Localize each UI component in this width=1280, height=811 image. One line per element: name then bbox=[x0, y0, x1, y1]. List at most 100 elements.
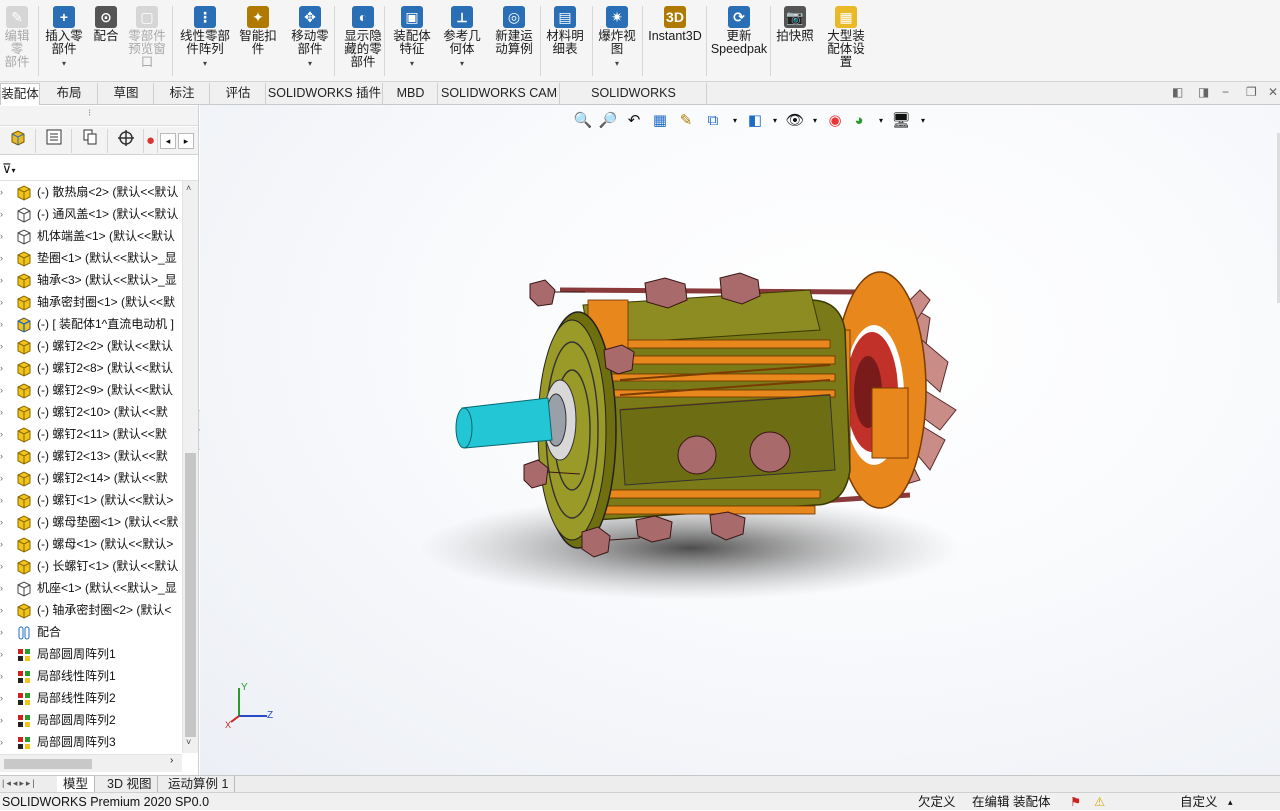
view-orientation-icon[interactable]: ⧉ bbox=[702, 110, 724, 132]
tree-vertical-scrollbar[interactable]: ˄ ˅ bbox=[182, 181, 198, 753]
minimize-icon[interactable]: − bbox=[1222, 85, 1229, 99]
expand-arrow-icon[interactable]: › bbox=[0, 511, 10, 533]
tree-item[interactable]: › 局部圆周阵列1 bbox=[0, 643, 182, 665]
rebuild-status-icon[interactable]: ⚑ bbox=[1070, 793, 1081, 811]
tile-right-icon[interactable]: ◨ bbox=[1198, 85, 1209, 99]
tree-item[interactable]: › (-) 螺钉2<14> (默认<<默 bbox=[0, 467, 182, 489]
tree-hscroll-thumb[interactable] bbox=[4, 759, 92, 769]
expand-arrow-icon[interactable]: › bbox=[0, 489, 10, 511]
previous-view-icon[interactable]: ↶ bbox=[623, 110, 645, 132]
tab-6[interactable]: MBD bbox=[384, 83, 438, 105]
dimxpert-tab-icon[interactable] bbox=[108, 129, 144, 153]
tree-item[interactable]: › (-) 螺钉<1> (默认<<默认> bbox=[0, 489, 182, 511]
tab-0[interactable]: 装配体 bbox=[0, 83, 40, 105]
ribbon-button-14[interactable]: ⟳ 更新 Speedpak bbox=[708, 4, 770, 78]
tree-item[interactable]: › (-) 螺钉2<9> (默认<<默认 bbox=[0, 379, 182, 401]
tree-item[interactable]: › (-) 螺母<1> (默认<<默认> bbox=[0, 533, 182, 555]
tree-item[interactable]: › 轴承密封圈<1> (默认<<默 bbox=[0, 291, 182, 313]
tree-item[interactable]: › (-) [ 装配体1^直流电动机 ] bbox=[0, 313, 182, 335]
display-manager-tab-icon[interactable]: ● bbox=[144, 129, 158, 153]
expand-arrow-icon[interactable]: › bbox=[0, 423, 10, 445]
hide-show-items-icon[interactable]: 👁 bbox=[784, 110, 806, 132]
tab-4[interactable]: 评估 bbox=[211, 83, 266, 105]
bottom-tab-0[interactable]: 模型 bbox=[57, 776, 96, 793]
ribbon-button-1[interactable]: + 插入零 部件 ▾ bbox=[44, 4, 84, 78]
dynamic-annotation-icon[interactable]: ✎ bbox=[675, 110, 697, 132]
expand-arrow-icon[interactable]: › bbox=[0, 225, 10, 247]
expand-arrow-icon[interactable]: › bbox=[0, 247, 10, 269]
tree-item[interactable]: › (-) 散热扇<2> (默认<<默认 bbox=[0, 181, 182, 203]
restore-icon[interactable]: ❐ bbox=[1246, 85, 1257, 99]
expand-arrow-icon[interactable]: › bbox=[0, 577, 10, 599]
tree-item[interactable]: › (-) 螺母垫圈<1> (默认<<默 bbox=[0, 511, 182, 533]
tabs-scroll-left-icon[interactable]: ◂ bbox=[160, 133, 176, 149]
zoom-to-fit-icon[interactable]: 🔍 bbox=[572, 110, 594, 132]
ribbon-button-6[interactable]: ✥ 移动零 部件 ▾ bbox=[286, 4, 334, 78]
expand-arrow-icon[interactable]: › bbox=[0, 687, 10, 709]
tab-5[interactable]: SOLIDWORKS 插件 bbox=[267, 83, 383, 105]
tree-filter[interactable]: ⊽▾ bbox=[0, 157, 198, 181]
chevron-down-icon[interactable]: ▾ bbox=[440, 57, 484, 70]
ribbon-button-11[interactable]: ▤ 材料明 细表 bbox=[542, 4, 588, 78]
filter-icon[interactable]: ⊽ bbox=[2, 161, 12, 176]
section-view-icon[interactable]: ▦ bbox=[649, 110, 671, 132]
tree-item[interactable]: › (-) 螺钉2<8> (默认<<默认 bbox=[0, 357, 182, 379]
ribbon-button-7[interactable]: ◐ 显示隐 藏的零 部件 bbox=[340, 4, 386, 78]
tree-item[interactable]: › 轴承<3> (默认<<默认>_显 bbox=[0, 269, 182, 291]
view-orientation-dropdown-icon[interactable]: ▾ bbox=[724, 110, 746, 132]
ribbon-button-12[interactable]: ✷ 爆炸视 图 ▾ bbox=[595, 4, 639, 78]
tab-3[interactable]: 标注 bbox=[155, 83, 210, 105]
scroll-up-icon[interactable]: ˄ bbox=[186, 183, 191, 193]
tree-item[interactable]: › (-) 螺钉2<13> (默认<<默 bbox=[0, 445, 182, 467]
view-settings-icon[interactable]: 🖥 bbox=[890, 110, 912, 132]
tab-1[interactable]: 布局 bbox=[41, 83, 98, 105]
tree-horizontal-scrollbar[interactable]: › bbox=[0, 754, 182, 772]
tree-item[interactable]: › 局部圆周阵列3 bbox=[0, 731, 182, 753]
ribbon-button-5[interactable]: ✦ 智能扣 件 bbox=[236, 4, 280, 78]
ribbon-button-9[interactable]: ⟂ 参考几 何体 ▾ bbox=[440, 4, 484, 78]
tree-item[interactable]: › (-) 通风盖<1> (默认<<默认 bbox=[0, 203, 182, 225]
scroll-down-icon[interactable]: ˅ bbox=[186, 737, 191, 747]
tabs-scroll-right-icon[interactable]: ▸ bbox=[178, 133, 194, 149]
tree-item[interactable]: › (-) 轴承密封圈<2> (默认< bbox=[0, 599, 182, 621]
tree-item[interactable]: › 配合 bbox=[0, 621, 182, 643]
expand-arrow-icon[interactable]: › bbox=[0, 335, 10, 357]
tree-item[interactable]: › 局部线性阵列1 bbox=[0, 665, 182, 687]
expand-arrow-icon[interactable]: › bbox=[0, 621, 10, 643]
ribbon-button-2[interactable]: ⊙ 配合 bbox=[90, 4, 122, 78]
ribbon-button-15[interactable]: 📷 拍快照 bbox=[775, 4, 815, 78]
expand-arrow-icon[interactable]: › bbox=[0, 709, 10, 731]
bottom-tab-1[interactable]: 3D 视图 bbox=[101, 776, 159, 793]
graphics-area[interactable]: Z Y X bbox=[200, 105, 1280, 775]
quick-tips-icon[interactable]: ⚠ bbox=[1094, 793, 1105, 811]
chevron-down-icon[interactable]: ▾ bbox=[595, 57, 639, 70]
expand-arrow-icon[interactable]: › bbox=[0, 731, 10, 753]
chevron-down-icon[interactable]: ▾ bbox=[286, 57, 334, 70]
hide-show-dropdown-icon[interactable]: ▾ bbox=[804, 110, 826, 132]
expand-arrow-icon[interactable]: › bbox=[0, 203, 10, 225]
ribbon-button-10[interactable]: ◎ 新建运 动算例 bbox=[490, 4, 538, 78]
chevron-down-icon[interactable]: ▾ bbox=[390, 57, 434, 70]
tree-item[interactable]: › 垫圈<1> (默认<<默认>_显 bbox=[0, 247, 182, 269]
expand-arrow-icon[interactable]: › bbox=[0, 665, 10, 687]
expand-arrow-icon[interactable]: › bbox=[0, 357, 10, 379]
tab-2[interactable]: 草图 bbox=[99, 83, 154, 105]
feature-manager-tab-icon[interactable] bbox=[0, 129, 36, 153]
display-style-icon[interactable]: ◧ bbox=[744, 110, 766, 132]
expand-arrow-icon[interactable]: › bbox=[0, 467, 10, 489]
tree-item[interactable]: › 局部线性阵列2 bbox=[0, 687, 182, 709]
tab-7[interactable]: SOLIDWORKS CAM bbox=[439, 83, 560, 105]
ribbon-button-16[interactable]: ▦ 大型装 配体设 置 bbox=[822, 4, 870, 78]
unit-system-dropdown-icon[interactable]: ▴ bbox=[1228, 793, 1233, 811]
ribbon-button-4[interactable]: ⋮ 线性零部 件阵列 ▾ bbox=[176, 4, 234, 78]
bottom-tab-2[interactable]: 运动算例 1 bbox=[162, 776, 236, 793]
tree-item[interactable]: › (-) 螺钉2<2> (默认<<默认 bbox=[0, 335, 182, 357]
expand-arrow-icon[interactable]: › bbox=[0, 379, 10, 401]
tab-8[interactable]: SOLIDWORKS Inspection bbox=[561, 83, 707, 121]
expand-arrow-icon[interactable]: › bbox=[0, 599, 10, 621]
tree-item[interactable]: › 机座<1> (默认<<默认>_显 bbox=[0, 577, 182, 599]
expand-arrow-icon[interactable]: › bbox=[0, 269, 10, 291]
unit-system[interactable]: 自定义 bbox=[1180, 793, 1218, 811]
expand-arrow-icon[interactable]: › bbox=[0, 291, 10, 313]
property-manager-tab-icon[interactable] bbox=[36, 129, 72, 153]
